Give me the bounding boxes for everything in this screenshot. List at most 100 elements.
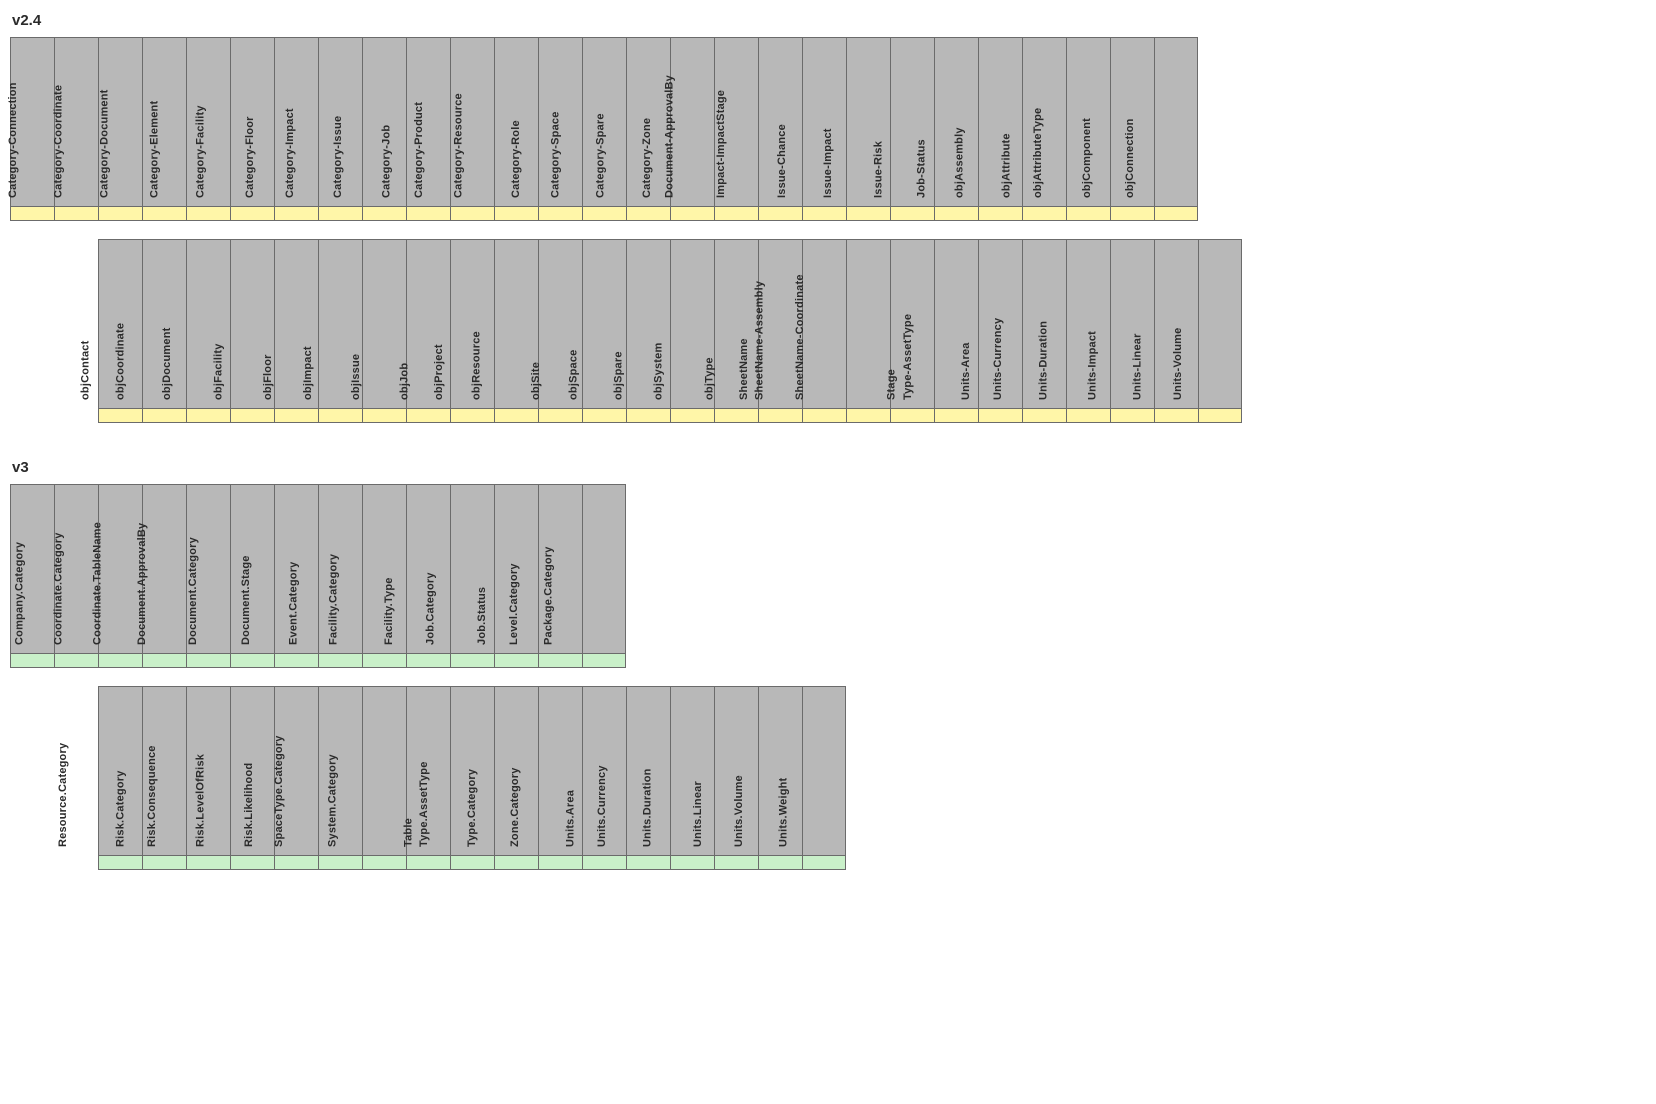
- column-label: Units.Linear: [692, 781, 704, 847]
- column-value-slot: [1022, 207, 1066, 221]
- column-value-slot: [450, 207, 494, 221]
- column-value-slot: [1110, 409, 1154, 423]
- column-value-slot: [626, 856, 670, 870]
- column-value-slot: [318, 856, 362, 870]
- column-label: objDocument: [160, 328, 172, 400]
- column-label: Document.Stage: [240, 555, 252, 645]
- column-value-slot: [494, 207, 538, 221]
- column-value-slot: [934, 409, 978, 423]
- column-cell: Risk.Consequence: [186, 686, 230, 870]
- column-label: Level.Category: [508, 563, 520, 645]
- column-row: Assembly-AssemblyTypeCategory-Connection…: [10, 37, 1646, 221]
- column-header: Event.Category: [318, 484, 362, 654]
- column-value-slot: [362, 409, 406, 423]
- column-label: Job-Status: [915, 139, 927, 198]
- column-label: Category-Job: [380, 125, 392, 198]
- column-label: objSite: [529, 362, 541, 400]
- column-value-slot: [98, 654, 142, 668]
- column-label: Units-Currency: [991, 318, 1003, 400]
- column-value-slot: [670, 856, 714, 870]
- column-cell: Event.Category: [318, 484, 362, 668]
- column-cell: Package.Category: [582, 484, 626, 668]
- column-label: Category-Document: [98, 89, 110, 198]
- column-cell: Category-Element: [186, 37, 230, 221]
- column-cell: SpaceType.Category: [318, 686, 362, 870]
- column-cell: System.Category: [362, 686, 406, 870]
- column-label: Zone.Category: [509, 767, 521, 847]
- column-value-slot: [362, 207, 406, 221]
- column-label: Category-Resource: [452, 93, 464, 198]
- column-value-slot: [274, 409, 318, 423]
- column-value-slot: [10, 207, 54, 221]
- column-header: Category-Zone: [670, 37, 714, 207]
- column-header: Risk.Consequence: [186, 686, 230, 856]
- column-label: objType: [703, 357, 715, 400]
- column-label: Category-Facility: [194, 105, 206, 198]
- column-value-slot: [318, 409, 362, 423]
- column-label: objIssue: [349, 354, 361, 400]
- column-label: objJob: [398, 363, 410, 400]
- column-label: Category-Spare: [594, 113, 606, 198]
- column-header: Coordinate.TableName: [142, 484, 186, 654]
- column-value-slot: [802, 856, 846, 870]
- column-value-slot: [1198, 409, 1242, 423]
- column-value-slot: [98, 856, 142, 870]
- column-value-slot: [142, 207, 186, 221]
- column-label: Event.Category: [287, 562, 299, 646]
- column-value-slot: [582, 409, 626, 423]
- column-label: Issue-Impact: [822, 128, 834, 198]
- column-label: SheetName-Assembly: [753, 281, 765, 400]
- column-value-slot: [494, 654, 538, 668]
- column-header: SpaceType.Category: [318, 686, 362, 856]
- column-row: Resource.CategoryRisk.CategoryRisk.Conse…: [98, 686, 1646, 870]
- column-label: Units.Currency: [596, 765, 608, 847]
- column-value-slot: [714, 207, 758, 221]
- column-label: Document.Category: [187, 537, 199, 645]
- column-cell: Category-Zone: [670, 37, 714, 221]
- column-label: objComponent: [1081, 118, 1093, 198]
- column-value-slot: [318, 654, 362, 668]
- column-header: objAttribute: [1022, 37, 1066, 207]
- column-label: objConnection: [1124, 118, 1136, 198]
- column-value-slot: [450, 856, 494, 870]
- column-label: Risk.Consequence: [146, 745, 158, 847]
- column-value-slot: [406, 207, 450, 221]
- column-header: Category-Element: [186, 37, 230, 207]
- column-header: Units-Volume: [1198, 239, 1242, 409]
- column-value-slot: [802, 207, 846, 221]
- section-0: v2.4 Assembly-AssemblyTypeCategory-Connec…: [10, 12, 1646, 423]
- column-value-slot: [406, 856, 450, 870]
- column-value-slot: [186, 409, 230, 423]
- column-label: objImpact: [302, 346, 314, 400]
- column-value-slot: [758, 409, 802, 423]
- column-label: Company.Category: [13, 542, 25, 645]
- column-cell: SheetName-Coordinate: [846, 239, 890, 423]
- section-title: v2.4: [12, 12, 1646, 29]
- column-value-slot: [230, 856, 274, 870]
- column-label: Category-Element: [148, 101, 160, 198]
- column-value-slot: [802, 409, 846, 423]
- column-label: SpaceType.Category: [273, 735, 285, 847]
- column-cell: objType: [714, 239, 758, 423]
- column-value-slot: [846, 207, 890, 221]
- column-label: Table: [402, 818, 414, 847]
- section-title: v3: [12, 459, 1646, 476]
- column-value-slot: [846, 409, 890, 423]
- column-value-slot: [1022, 409, 1066, 423]
- column-label: Units.Weight: [777, 778, 789, 847]
- column-value-slot: [54, 207, 98, 221]
- column-value-slot: [98, 207, 142, 221]
- column-value-slot: [714, 856, 758, 870]
- column-label: Risk.LevelOfRisk: [194, 754, 206, 847]
- column-row: Attribute.CategoryCompany.CategoryCoordi…: [10, 484, 1646, 668]
- column-label: Type.AssetType: [418, 761, 430, 847]
- column-label: Facility.Category: [327, 554, 339, 645]
- column-value-slot: [582, 654, 626, 668]
- column-label: Job.Category: [424, 572, 436, 645]
- column-value-slot: [230, 654, 274, 668]
- column-value-slot: [626, 207, 670, 221]
- column-label: Job.Status: [475, 587, 487, 645]
- column-value-slot: [274, 856, 318, 870]
- column-label: System.Category: [326, 754, 338, 847]
- column-header: SheetName-Coordinate: [846, 239, 890, 409]
